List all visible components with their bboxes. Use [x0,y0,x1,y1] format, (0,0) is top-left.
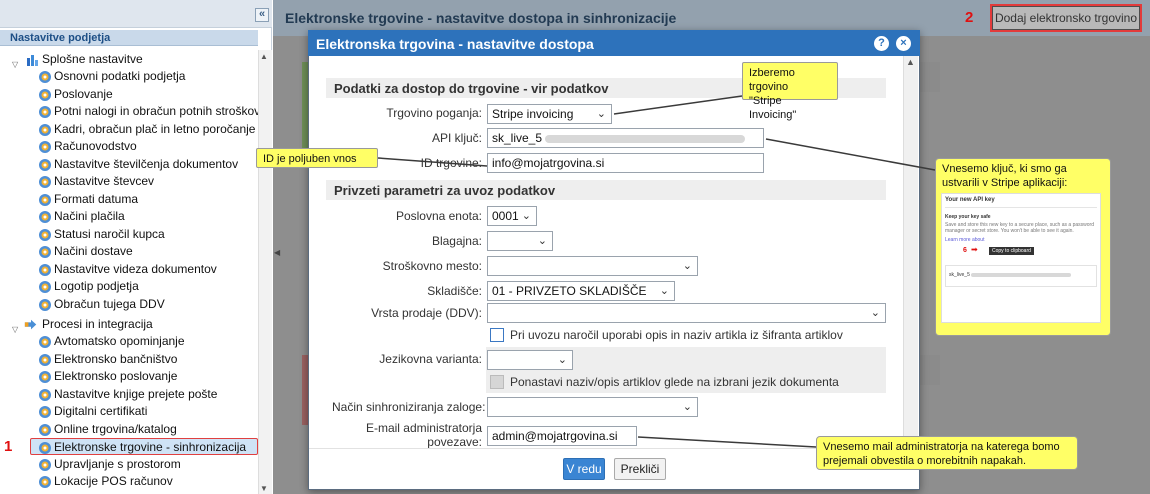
pointer-id [377,157,488,167]
pointer-key [765,138,936,171]
copy-to-clipboard-tooltip[interactable]: Copy to clipboard [989,247,1034,255]
pointer-engine [613,95,743,115]
callout-key: Vnesemo ključ, ki smo ga ustvarili v Str… [935,158,1111,336]
stripe-key-panel: Your new API key Keep your key safe Save… [941,193,1101,323]
callout-engine: Izberemo trgovino "Stripe Invoicing" [742,62,838,121]
blurred-key [971,272,1072,277]
step-marker-6: 6 [963,247,967,254]
callout-line: prejemali obvestila o morebitnih napakah… [823,455,1027,467]
stripe-panel-body: Save and store this new key to a secure … [945,222,1094,234]
callout-line: Vnesemo ključ, ki smo ga [942,163,1067,175]
callout-id: ID je poljuben vnos [256,148,378,168]
stripe-key-prefix: sk_live_5 [949,272,970,278]
callout-line: Izberemo trgovino [749,67,795,93]
callout-email: Vnesemo mail administratorja na katerega… [816,436,1078,470]
stripe-key-box: sk_live_5 [945,265,1097,287]
callout-line: Vnesemo mail administratorja na katerega… [823,441,1060,453]
divider [945,207,1097,208]
callout-line: ustvarili v Stripe aplikaciji: [942,177,1068,189]
stripe-panel-subtitle: Keep your key safe [945,214,991,220]
arrow-right-icon: ➡ [971,245,978,254]
pointer-email [637,436,817,448]
stripe-panel-title: Your new API key [945,197,995,203]
copy-row: 6 ➡ Copy to clipboard [945,245,1097,259]
stripe-panel-link[interactable]: Learn more about [945,237,1097,243]
callout-line: "Stripe Invoicing" [749,95,797,121]
